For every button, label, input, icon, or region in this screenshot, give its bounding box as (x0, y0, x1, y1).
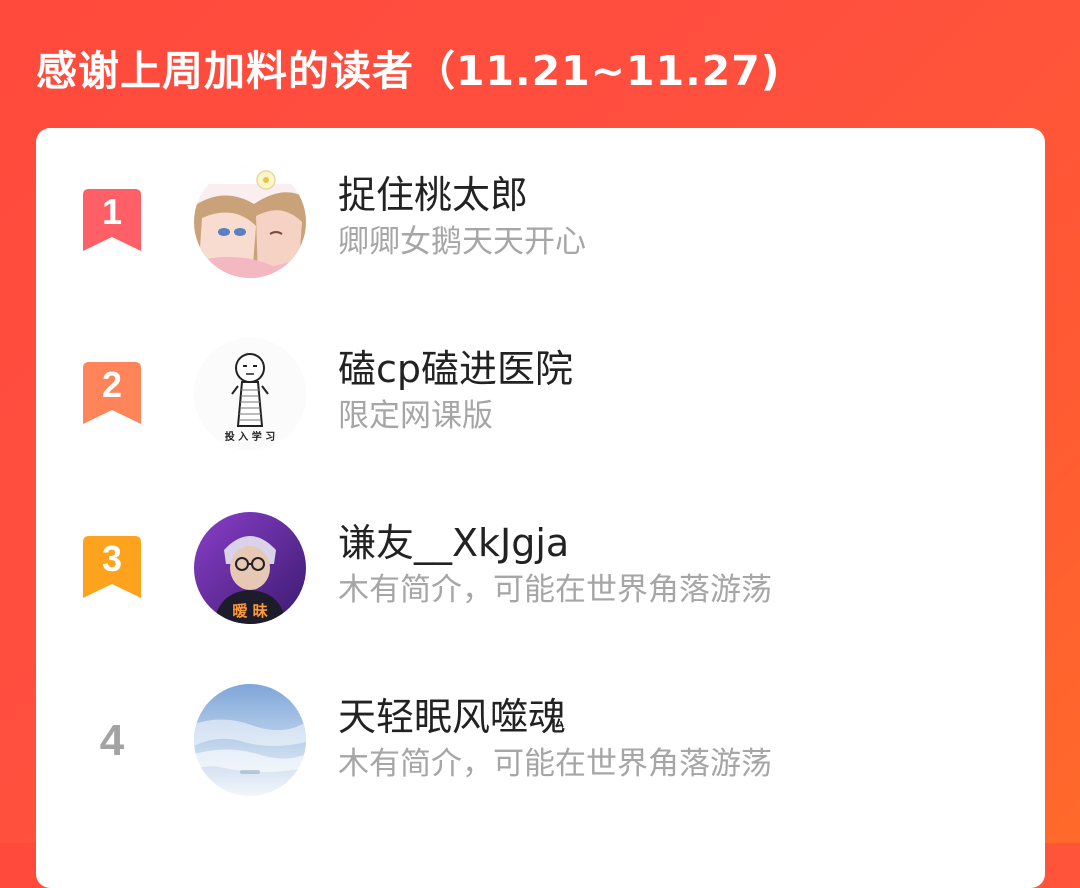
avatar-caption: 投 入 学 习 (225, 430, 275, 443)
rank-number: 3 (101, 538, 123, 579)
rank-number: 2 (101, 364, 123, 405)
reader-row-1[interactable]: 1 捉住桃太郎 卿卿女鹅天天开心 (36, 148, 1045, 298)
reader-bio: 木有简介，可能在世界角落游荡 (338, 572, 772, 608)
purple-portrait-avatar-icon: 暧 昧 (194, 512, 306, 624)
reader-name[interactable]: 磕cp磕进医院 (338, 344, 573, 394)
reader-row-3[interactable]: 3 暧 昧 谦友__XkJgja 木有简介，可能在世界角落游荡 (36, 496, 1045, 646)
reader-bio: 卿卿女鹅天天开心 (338, 224, 586, 260)
reader-row-2[interactable]: 2 投 入 学 习 磕cp磕进医院 限定网课版 (36, 322, 1045, 472)
avatar-caption: 暧 昧 (232, 602, 268, 620)
studying-stickman-avatar-icon: 投 入 学 习 (194, 338, 306, 450)
reader-ranking-card: 1 捉住桃太郎 卿卿女鹅天天开心 2 投 入 学 习 磕cp磕进医院 限定网课版… (36, 128, 1045, 888)
avatar[interactable] (194, 684, 306, 796)
rank-badge-3: 3 (83, 536, 141, 598)
reader-name[interactable]: 天轻眠风噬魂 (338, 692, 566, 742)
reader-name[interactable]: 捉住桃太郎 (338, 170, 528, 220)
avatar[interactable]: 投 入 学 习 (194, 338, 306, 450)
page-title: 感谢上周加料的读者（11.21~11.27) (36, 47, 781, 95)
anime-couple-avatar-icon (194, 166, 306, 278)
reader-row-4[interactable]: 4 天轻眠风噬魂 木有简介，可能在世界角落游荡 (36, 670, 1045, 820)
avatar[interactable]: 暧 昧 (194, 512, 306, 624)
rank-number: 1 (101, 191, 123, 232)
rank-badge-1: 1 (83, 189, 141, 251)
sky-clouds-avatar-icon (194, 684, 306, 796)
avatar[interactable] (194, 166, 306, 278)
reader-bio: 木有简介，可能在世界角落游荡 (338, 746, 772, 782)
rank-number: 4 (99, 716, 125, 765)
rank-badge-2: 2 (83, 362, 141, 424)
reader-bio: 限定网课版 (338, 398, 493, 434)
reader-name[interactable]: 谦友__XkJgja (338, 518, 569, 568)
